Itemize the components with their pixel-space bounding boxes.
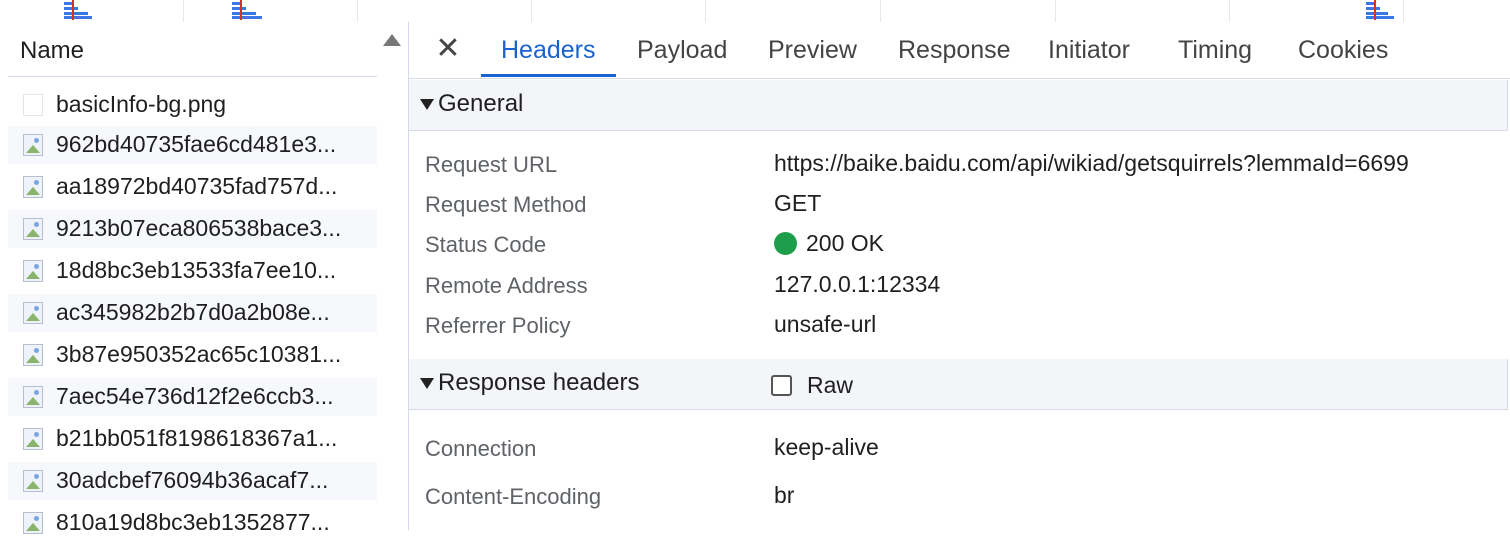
request-name: 810a19d8bc3eb1352877... xyxy=(56,509,330,535)
request-name: 30adcbef76094b36acaf7... xyxy=(56,467,329,493)
request-name-column: Name basicInfo-bg.png 962bd40735fae6cd48… xyxy=(0,22,409,542)
request-row[interactable]: ac345982b2b7d0a2b08e... xyxy=(8,294,377,332)
request-row[interactable]: 3b87e950352ac65c10381... xyxy=(8,336,377,374)
connection-value[interactable]: keep-alive xyxy=(774,434,879,461)
status-ok-dot-icon xyxy=(774,232,797,255)
general-section-header[interactable]: General xyxy=(409,80,1508,131)
request-row[interactable]: 7aec54e736d12f2e6ccb3... xyxy=(8,378,377,416)
request-detail-panel: ✕ Headers Payload Preview Response Initi… xyxy=(409,22,1510,530)
waterfall-strip xyxy=(0,0,1510,23)
image-icon xyxy=(23,260,43,282)
request-name: 3b87e950352ac65c10381... xyxy=(56,341,342,367)
request-url-label: Request URL xyxy=(425,152,558,177)
request-row[interactable]: 30adcbef76094b36acaf7... xyxy=(8,462,377,500)
request-method-label: Request Method xyxy=(425,192,587,217)
referrer-policy-label: Referrer Policy xyxy=(425,313,571,338)
waterfall-divider xyxy=(1229,0,1230,22)
waterfall-timeline-mark xyxy=(64,0,94,20)
response-headers-section-header[interactable]: Response headers xyxy=(409,359,1508,410)
blank-file-icon xyxy=(23,94,43,116)
waterfall-timeline-mark xyxy=(232,0,262,20)
request-name: 962bd40735fae6cd481e3... xyxy=(56,131,337,157)
detail-tab-bar: ✕ Headers Payload Preview Response Initi… xyxy=(409,22,1510,79)
request-row[interactable]: 810a19d8bc3eb1352877... xyxy=(8,504,377,542)
image-icon xyxy=(23,302,43,324)
tab-headers[interactable]: Headers xyxy=(501,36,596,65)
request-name: aa18972bd40735fad757d... xyxy=(56,173,338,199)
waterfall-divider xyxy=(705,0,706,22)
image-icon xyxy=(23,344,43,366)
image-icon xyxy=(23,134,43,156)
content-encoding-value[interactable]: br xyxy=(774,482,794,509)
waterfall-divider xyxy=(1403,0,1404,22)
collapse-triangle-icon xyxy=(420,99,434,110)
image-icon xyxy=(23,176,43,198)
tab-preview[interactable]: Preview xyxy=(768,36,857,65)
image-icon xyxy=(23,218,43,240)
request-row[interactable]: basicInfo-bg.png xyxy=(8,86,377,124)
tab-payload[interactable]: Payload xyxy=(637,36,727,65)
close-icon[interactable]: ✕ xyxy=(433,32,463,66)
sort-ascending-icon[interactable] xyxy=(383,34,401,46)
image-icon xyxy=(23,512,43,534)
waterfall-divider xyxy=(531,0,532,22)
content-encoding-label: Content-Encoding xyxy=(425,484,602,509)
status-code-label: Status Code xyxy=(425,232,547,257)
remote-address-value[interactable]: 127.0.0.1:12334 xyxy=(774,271,940,298)
request-name: ac345982b2b7d0a2b08e... xyxy=(56,299,330,325)
request-name: 18d8bc3eb13533fa7ee10... xyxy=(56,257,337,283)
connection-label: Connection xyxy=(425,436,537,461)
request-name: basicInfo-bg.png xyxy=(56,91,227,117)
collapse-triangle-icon xyxy=(420,378,434,389)
name-header-label: Name xyxy=(20,37,85,64)
waterfall-divider xyxy=(1055,0,1056,22)
referrer-policy-value[interactable]: unsafe-url xyxy=(774,311,876,338)
tab-cookies[interactable]: Cookies xyxy=(1298,36,1388,65)
response-headers-section-title: Response headers xyxy=(438,369,640,396)
raw-checkbox[interactable] xyxy=(771,375,792,396)
general-section-title: General xyxy=(438,90,524,117)
request-row[interactable]: 962bd40735fae6cd481e3... xyxy=(8,126,377,164)
request-row[interactable]: b21bb051f8198618367a1... xyxy=(8,420,377,458)
request-row[interactable]: 18d8bc3eb13533fa7ee10... xyxy=(8,252,377,290)
image-icon xyxy=(23,428,43,450)
request-url-value[interactable]: https://baike.baidu.com/api/wikiad/getsq… xyxy=(774,150,1409,177)
image-icon xyxy=(23,470,43,492)
raw-checkbox-label[interactable]: Raw xyxy=(807,372,853,399)
active-tab-indicator xyxy=(481,74,616,77)
tab-timing[interactable]: Timing xyxy=(1178,36,1252,65)
request-name: 7aec54e736d12f2e6ccb3... xyxy=(56,383,334,409)
status-code-value[interactable]: 200 OK xyxy=(806,230,884,257)
request-name: 9213b07eca806538bace3... xyxy=(56,215,342,241)
name-column-header[interactable]: Name xyxy=(8,22,377,77)
image-icon xyxy=(23,386,43,408)
request-row[interactable]: aa18972bd40735fad757d... xyxy=(8,168,377,206)
request-name: b21bb051f8198618367a1... xyxy=(56,425,338,451)
tab-initiator[interactable]: Initiator xyxy=(1048,36,1130,65)
tab-response[interactable]: Response xyxy=(898,36,1011,65)
waterfall-timeline-mark xyxy=(1366,0,1396,20)
request-method-value[interactable]: GET xyxy=(774,190,821,217)
request-row[interactable]: 9213b07eca806538bace3... xyxy=(8,210,377,248)
waterfall-divider xyxy=(357,0,358,22)
waterfall-divider xyxy=(880,0,881,22)
waterfall-divider xyxy=(183,0,184,22)
remote-address-label: Remote Address xyxy=(425,273,588,298)
